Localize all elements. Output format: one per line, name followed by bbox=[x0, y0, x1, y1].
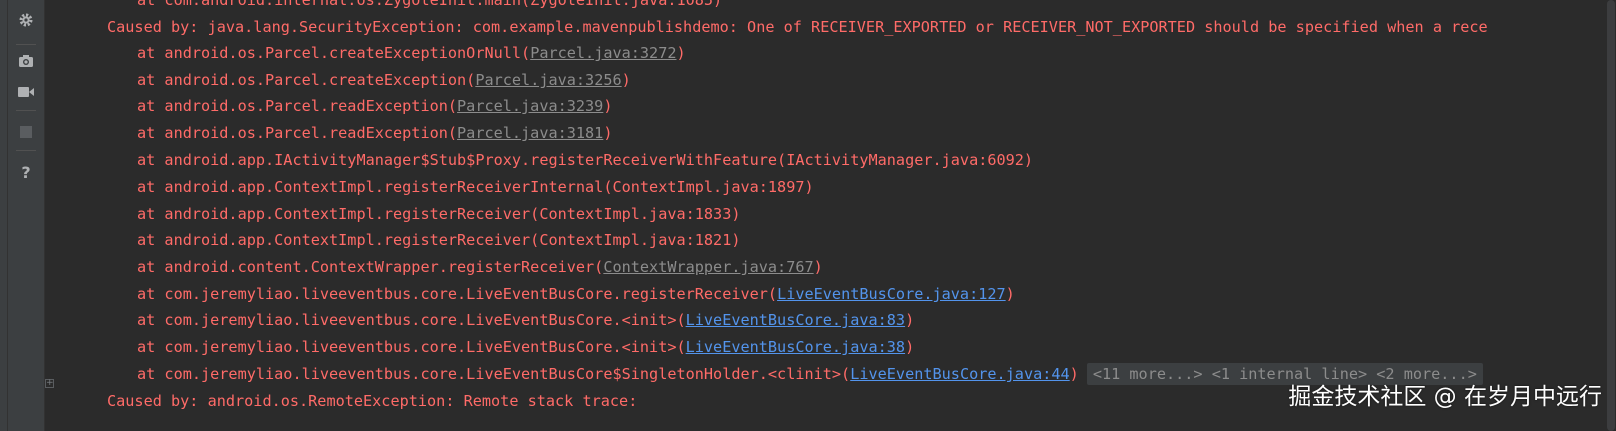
ide-logcat-window: ? + at com.android.internal.os.ZygoteIni… bbox=[0, 0, 1616, 431]
toolbar-separator bbox=[16, 44, 36, 45]
source-link[interactable]: LiveEventBusCore.java:83 bbox=[686, 311, 905, 329]
stack-line-close: ) bbox=[905, 311, 915, 329]
stack-line-text: at com.android.internal.os.ZygoteInit.ma… bbox=[137, 0, 723, 9]
stack-line: at com.android.internal.os.ZygoteInit.ma… bbox=[137, 0, 722, 14]
source-link[interactable]: LiveEventBusCore.java:44 bbox=[850, 365, 1069, 383]
stack-line: at android.app.ContextImpl.registerRecei… bbox=[137, 201, 740, 228]
source-link[interactable]: ContextWrapper.java:767 bbox=[603, 258, 813, 276]
stack-line: at android.content.ContextWrapper.regist… bbox=[137, 254, 823, 281]
stack-line-close: ) bbox=[676, 44, 686, 62]
stack-line: at android.os.Parcel.readException(Parce… bbox=[137, 93, 613, 120]
stack-line-text: at android.app.ContextImpl.registerRecei… bbox=[137, 205, 741, 223]
stack-line: at android.app.IActivityManager$Stub$Pro… bbox=[137, 147, 1033, 174]
stack-line-close: ) bbox=[603, 97, 613, 115]
stack-line-close: ) bbox=[1005, 285, 1015, 303]
vertical-scrollbar[interactable] bbox=[1606, 0, 1616, 431]
stack-line: at android.os.Parcel.createException(Par… bbox=[137, 67, 631, 94]
stack-line-close: ) bbox=[621, 71, 631, 89]
caused-by-line: Caused by: java.lang.SecurityException: … bbox=[107, 14, 1488, 41]
caused-by-line: Caused by: android.os.RemoteException: R… bbox=[107, 388, 637, 415]
stack-line-close: ) bbox=[1069, 365, 1079, 383]
stack-line-text: at com.jeremyliao.liveeventbus.core.Live… bbox=[137, 365, 851, 383]
source-link[interactable]: Parcel.java:3181 bbox=[457, 124, 603, 142]
stack-line-close: ) bbox=[813, 258, 823, 276]
video-icon[interactable] bbox=[14, 80, 38, 104]
console-gutter bbox=[45, 0, 59, 431]
stop-icon[interactable] bbox=[14, 120, 38, 144]
scrollbar-thumb[interactable] bbox=[1607, 0, 1615, 431]
help-icon[interactable]: ? bbox=[14, 160, 38, 184]
stack-line-close: ) bbox=[905, 338, 915, 356]
stack-line-text: at android.app.ContextImpl.registerRecei… bbox=[137, 178, 814, 196]
settings-icon[interactable] bbox=[14, 8, 38, 32]
stack-line: at android.app.ContextImpl.registerRecei… bbox=[137, 174, 814, 201]
source-link[interactable]: LiveEventBusCore.java:38 bbox=[686, 338, 905, 356]
source-link[interactable]: LiveEventBusCore.java:127 bbox=[777, 285, 1006, 303]
caused-by-text: Caused by: java.lang.SecurityException: … bbox=[107, 18, 1488, 36]
watermark-text: 掘金技术社区 @ 在岁月中远行 bbox=[1288, 384, 1602, 410]
toolbar-separator bbox=[16, 110, 36, 111]
stack-line-text: at android.os.Parcel.readException( bbox=[137, 124, 458, 142]
stack-line-text: at android.app.IActivityManager$Stub$Pro… bbox=[137, 151, 1034, 169]
stack-line-text: at android.os.Parcel.createExceptionOrNu… bbox=[137, 44, 531, 62]
stack-line: at com.jeremyliao.liveeventbus.core.Live… bbox=[137, 361, 1483, 388]
fold-expand-icon[interactable]: + bbox=[45, 379, 54, 388]
source-link[interactable]: Parcel.java:3272 bbox=[530, 44, 676, 62]
stack-line: at android.os.Parcel.createExceptionOrNu… bbox=[137, 40, 686, 67]
stack-line: at com.jeremyliao.liveeventbus.core.Live… bbox=[137, 334, 914, 361]
stack-line-text: at com.jeremyliao.liveeventbus.core.Live… bbox=[137, 338, 686, 356]
stack-line-text: at android.os.Parcel.readException( bbox=[137, 97, 458, 115]
stack-line-text: at com.jeremyliao.liveeventbus.core.Live… bbox=[137, 285, 778, 303]
logcat-console[interactable]: at com.android.internal.os.ZygoteInit.ma… bbox=[60, 0, 1606, 431]
stack-line: at com.jeremyliao.liveeventbus.core.Live… bbox=[137, 307, 914, 334]
source-link[interactable]: Parcel.java:3256 bbox=[475, 71, 621, 89]
stack-line-text: at com.jeremyliao.liveeventbus.core.Live… bbox=[137, 311, 686, 329]
stack-line: at com.jeremyliao.liveeventbus.core.Live… bbox=[137, 281, 1015, 308]
toolbar-separator bbox=[16, 150, 36, 151]
source-link[interactable]: Parcel.java:3239 bbox=[457, 97, 603, 115]
stack-line-text: at android.os.Parcel.createException( bbox=[137, 71, 476, 89]
stack-line: at android.app.ContextImpl.registerRecei… bbox=[137, 227, 740, 254]
stack-line-text: at android.app.ContextImpl.registerRecei… bbox=[137, 231, 741, 249]
logcat-toolbar: ? bbox=[8, 0, 45, 431]
stack-line: at android.os.Parcel.readException(Parce… bbox=[137, 120, 613, 147]
stack-line-text: at android.content.ContextWrapper.regist… bbox=[137, 258, 604, 276]
side-tool-strip[interactable] bbox=[0, 0, 8, 431]
caused-by-text: Caused by: android.os.RemoteException: R… bbox=[107, 392, 638, 410]
stack-line-close: ) bbox=[603, 124, 613, 142]
camera-icon[interactable] bbox=[14, 49, 38, 73]
